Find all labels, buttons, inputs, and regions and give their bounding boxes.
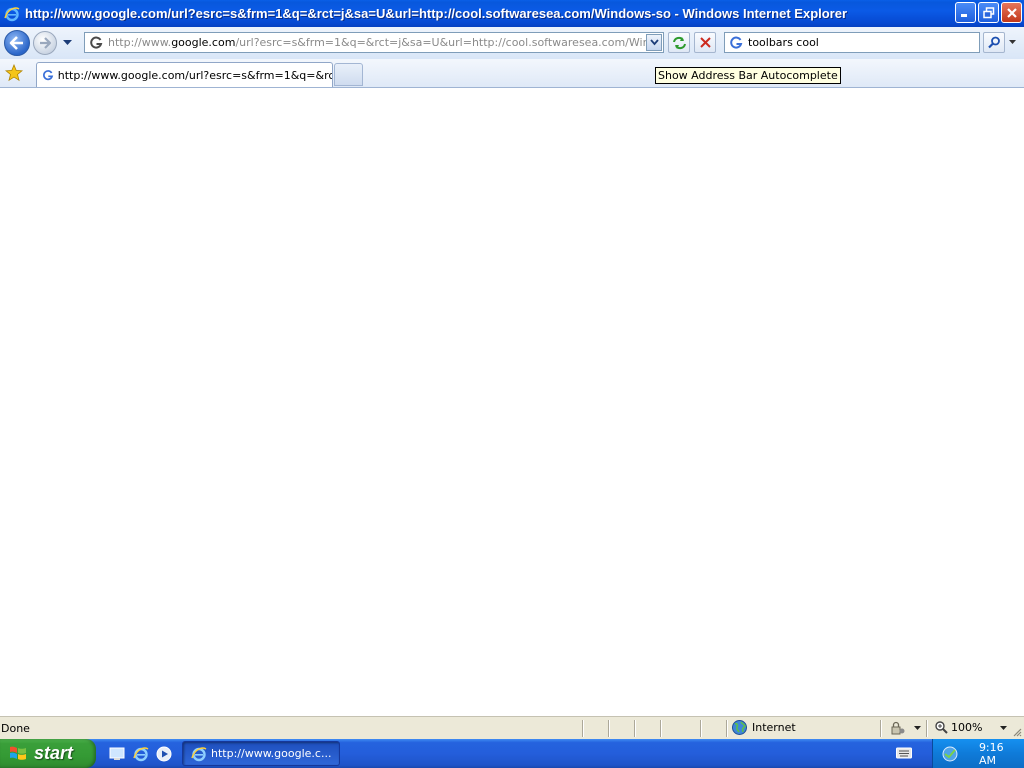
address-autocomplete-button[interactable]	[646, 34, 662, 51]
ie-icon	[191, 746, 207, 761]
quicklaunch-item[interactable]	[132, 745, 149, 762]
autocomplete-tooltip: Show Address Bar Autocomplete	[655, 67, 841, 84]
search-options-dropdown[interactable]	[1006, 32, 1019, 53]
forward-button[interactable]	[33, 31, 57, 55]
address-url[interactable]: http://www.google.com/url?esrc=s&frm=1&q…	[108, 36, 648, 49]
clock[interactable]: 9:16 AM	[979, 741, 1024, 767]
taskbar-window-label: http://www.google.c...	[211, 747, 332, 760]
close-icon	[1006, 7, 1017, 18]
status-bar: Done Internet 100%	[0, 716, 1024, 739]
page-content[interactable]	[0, 88, 1024, 716]
back-button[interactable]	[4, 30, 30, 56]
url-rest: /url?esrc=s&frm=1&q=&rct=j&sa=U&url=http…	[235, 36, 648, 49]
start-button[interactable]: start	[0, 739, 96, 768]
ie-icon	[4, 6, 20, 21]
minimize-icon	[961, 14, 967, 17]
back-arrow-icon	[9, 36, 23, 50]
title-bar[interactable]: http://www.google.com/url?esrc=s&frm=1&q…	[0, 0, 1024, 27]
google-favicon-icon	[43, 69, 54, 80]
stop-button[interactable]	[694, 32, 716, 53]
status-divider	[608, 720, 609, 737]
new-tab-button[interactable]	[334, 63, 363, 86]
google-favicon-icon	[90, 36, 103, 48]
status-divider	[582, 720, 583, 737]
lock-gear-icon	[891, 721, 905, 735]
chevron-down-icon	[1000, 725, 1008, 730]
window-title: http://www.google.com/url?esrc=s&frm=1&q…	[25, 6, 848, 21]
search-icon	[987, 36, 1000, 49]
url-prefix: http://www.	[108, 36, 172, 49]
security-zone[interactable]: Internet	[732, 720, 796, 735]
status-divider	[700, 720, 701, 737]
status-divider	[634, 720, 635, 737]
recent-pages-dropdown[interactable]	[61, 37, 73, 49]
restore-button[interactable]	[978, 2, 999, 23]
resize-grip-icon[interactable]	[1012, 727, 1022, 737]
favorites-star-icon[interactable]	[5, 64, 23, 82]
chevron-down-icon	[62, 40, 72, 45]
globe-icon	[732, 720, 747, 735]
desktop-icon	[109, 747, 124, 760]
search-box[interactable]: toolbars cool	[724, 32, 980, 53]
protected-mode-button[interactable]	[890, 721, 921, 735]
zoom-level: 100%	[951, 721, 983, 734]
url-domain: google.com	[171, 36, 236, 49]
zoom-level-button[interactable]: 100%	[935, 721, 1008, 734]
status-divider	[880, 720, 881, 737]
quicklaunch-item[interactable]	[108, 745, 125, 762]
status-divider	[660, 720, 661, 737]
google-favicon-icon	[730, 36, 743, 48]
keyboard-icon[interactable]	[896, 746, 912, 760]
status-divider	[926, 720, 927, 737]
media-player-icon	[156, 746, 171, 761]
restore-icon	[982, 6, 994, 18]
minimize-button[interactable]	[955, 2, 976, 23]
tab-row: http://www.google.com/url?esrc=s&frm=1&q…	[0, 59, 1024, 140]
search-button[interactable]	[983, 32, 1005, 53]
status-divider	[726, 720, 727, 737]
ie-icon	[132, 746, 148, 761]
tab-current[interactable]: http://www.google.com/url?esrc=s&frm=1&q…	[36, 62, 333, 87]
refresh-icon	[672, 36, 686, 49]
chevron-down-icon	[914, 726, 921, 730]
system-tray: 9:16 AM	[932, 739, 1024, 768]
taskbar-ie-window[interactable]: http://www.google.c...	[182, 741, 340, 766]
windows-flag-icon	[10, 746, 26, 760]
tab-label: http://www.google.com/url?esrc=s&frm=1&q…	[57, 68, 332, 82]
status-text: Done	[1, 722, 30, 735]
start-label: start	[34, 743, 74, 763]
refresh-button[interactable]	[668, 32, 690, 53]
taskbar: start http://www.google.c... 9:16 AM	[0, 739, 1024, 768]
zoom-icon	[935, 721, 948, 734]
close-button[interactable]	[1001, 2, 1022, 23]
forward-arrow-icon	[40, 37, 52, 49]
chevron-down-icon	[649, 39, 659, 46]
zone-label: Internet	[752, 721, 796, 734]
quicklaunch-item[interactable]	[155, 745, 172, 762]
search-input[interactable]: toolbars cool	[748, 36, 819, 49]
stop-icon	[699, 37, 711, 48]
chevron-down-icon	[1009, 40, 1016, 44]
address-bar[interactable]: http://www.google.com/url?esrc=s&frm=1&q…	[84, 32, 664, 53]
navigation-bar: http://www.google.com/url?esrc=s&frm=1&q…	[0, 27, 1024, 59]
network-icon[interactable]	[942, 746, 958, 762]
